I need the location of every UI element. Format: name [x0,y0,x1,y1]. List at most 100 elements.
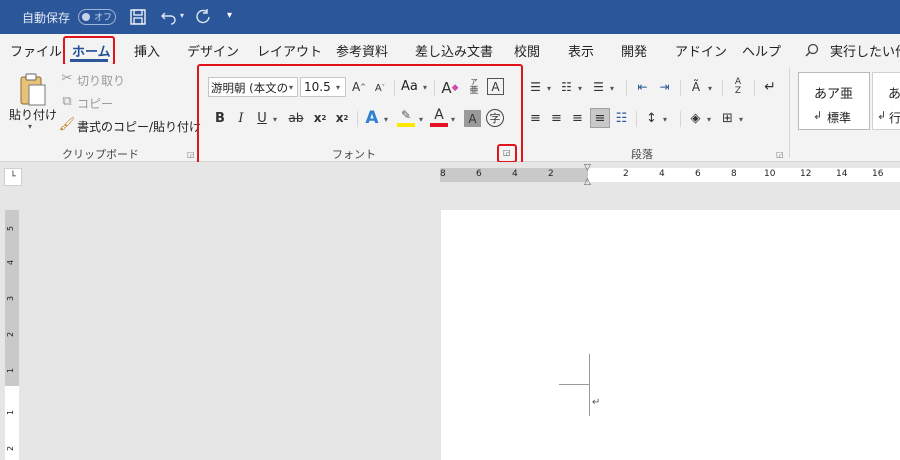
ruler-number: 2 [6,445,16,452]
ruler-number: 14 [836,169,848,179]
copy-label: コピー [77,97,114,111]
shading-dropdown-icon[interactable]: ▾ [707,115,711,124]
divider [722,80,723,96]
autosave-toggle[interactable]: オフ [78,9,116,25]
tab-insert[interactable]: 挿入 [134,41,160,60]
tab-addins[interactable]: アドイン [675,41,727,60]
tab-help[interactable]: ヘルプ [742,41,781,60]
hanging-indent-marker[interactable]: △ [584,177,591,187]
tab-file[interactable]: ファイル [10,41,62,60]
cut-label: 切り取り [77,74,126,88]
divider [636,111,637,127]
line-spacing-icon[interactable]: ↕ [643,109,660,127]
save-icon[interactable] [129,8,147,26]
ruler-number: 4 [512,169,518,179]
ruler-number: 1 [6,367,16,374]
align-right-icon[interactable]: ≡ [569,109,586,127]
sort-icon[interactable]: AZ [729,77,747,97]
ruler-number: 10 [764,169,776,179]
borders-dropdown-icon[interactable]: ▾ [739,115,743,124]
paste-dropdown-icon[interactable]: ▾ [28,122,32,131]
tab-references[interactable]: 参考資料 [336,41,388,60]
first-line-indent-marker[interactable]: ▽ [584,163,591,173]
show-paragraph-marks-icon[interactable]: ↵ [761,78,779,96]
cut-icon: ✂ [61,70,73,86]
text-direction-icon[interactable]: A͂ [687,78,705,96]
clipboard-launcher-icon[interactable]: ◲ [187,150,195,159]
divider [680,80,681,96]
ruler-number: 4 [659,169,665,179]
paste-label[interactable]: 貼り付け [9,106,57,123]
ruler-number: 5 [6,225,16,232]
autosave-state: オフ [94,13,113,23]
tell-me-search[interactable]: 実行したい作 [830,41,900,60]
document-area: └ 8 6 4 2 2 4 6 8 10 12 14 16 ▽ △ 5 4 3 … [0,162,900,460]
ruler-number: 2 [623,169,629,179]
paragraph-group-label: 段落 [631,148,653,161]
align-center-icon[interactable]: ≡ [548,109,565,127]
text-direction-dropdown-icon[interactable]: ▾ [708,84,712,93]
document-page[interactable]: ↵ [441,210,900,460]
ruler-number: 1 [6,409,16,416]
customize-qat-icon[interactable]: ▾ [227,10,232,21]
tab-layout[interactable]: レイアウト [257,41,322,60]
ribbon-tabs: ファイル ホーム 挿入 デザイン レイアウト 参考資料 差し込み文書 校閲 表示… [0,34,900,64]
font-launcher-highlight-box [497,144,517,163]
bullets-dropdown-icon[interactable]: ▾ [547,84,551,93]
title-bar: 自動保存 オフ ▾ ▾ [0,0,900,34]
font-group-highlight-box [197,64,523,169]
paste-icon[interactable] [17,72,47,108]
tab-developer[interactable]: 開発 [621,41,647,60]
tab-design[interactable]: デザイン [187,41,239,60]
decrease-indent-icon[interactable]: ⇤ [634,78,651,96]
bullets-icon[interactable]: ☰ [527,78,544,96]
increase-indent-icon[interactable]: ⇥ [656,78,673,96]
justify-icon[interactable]: ≡ [590,108,610,128]
redo-icon[interactable] [194,9,212,25]
tab-selector-icon[interactable]: └ [4,168,22,186]
paragraph-launcher-icon[interactable]: ◲ [776,150,784,159]
ruler-number: 4 [6,259,16,266]
home-tab-highlight-box [63,36,115,66]
undo-dropdown-icon[interactable]: ▾ [180,11,184,20]
ruler-number: 12 [800,169,812,179]
align-left-icon[interactable]: ≡ [527,109,544,127]
line-spacing-dropdown-icon[interactable]: ▾ [663,115,667,124]
shading-icon[interactable]: ◈ [687,109,704,127]
multilevel-dropdown-icon[interactable]: ▾ [610,84,614,93]
undo-icon[interactable] [160,9,178,25]
style-item-normal[interactable]: あア亜 ↲ 標準 [798,72,870,130]
paragraph-mark-icon: ↲ [813,109,823,122]
ruler-number: 16 [872,169,884,179]
paragraph-mark-icon: ↵ [592,397,601,408]
tab-view[interactable]: 表示 [568,41,594,60]
ruler-number: 2 [548,169,554,179]
group-divider [789,68,790,158]
distributed-icon[interactable]: ☷ [613,109,630,127]
ruler-number: 6 [476,169,482,179]
numbering-dropdown-icon[interactable]: ▾ [578,84,582,93]
tab-mailings[interactable]: 差し込み文書 [415,41,493,60]
divider [680,111,681,127]
style-item-next[interactable]: あ ↲ 行 [872,72,900,130]
ruler-number: 2 [6,331,16,338]
paragraph-mark-icon: ↲ [877,109,887,122]
numbering-icon[interactable]: ☷ [558,78,575,96]
clipboard-group-label: クリップボード [62,148,139,161]
format-painter-label[interactable]: 書式のコピー/貼り付け [77,118,201,135]
ruler-number: 8 [440,169,446,179]
ruler-number: 6 [695,169,701,179]
borders-icon[interactable]: ⊞ [719,109,736,127]
multilevel-list-icon[interactable]: ☰ [590,78,607,96]
search-icon[interactable] [805,43,819,57]
autosave-label: 自動保存 [22,11,71,25]
horizontal-ruler[interactable]: 8 6 4 2 2 4 6 8 10 12 14 16 ▽ △ [440,163,900,187]
vertical-ruler[interactable]: 5 4 3 2 1 1 2 [5,210,19,460]
divider [626,80,627,96]
format-painter-icon[interactable]: 🖌 [59,117,76,132]
toggle-knob [82,13,90,21]
tab-review[interactable]: 校閲 [514,41,540,60]
margin-crop-mark-vertical [589,354,590,416]
divider [754,80,755,96]
copy-icon: ⧉ [62,93,72,109]
